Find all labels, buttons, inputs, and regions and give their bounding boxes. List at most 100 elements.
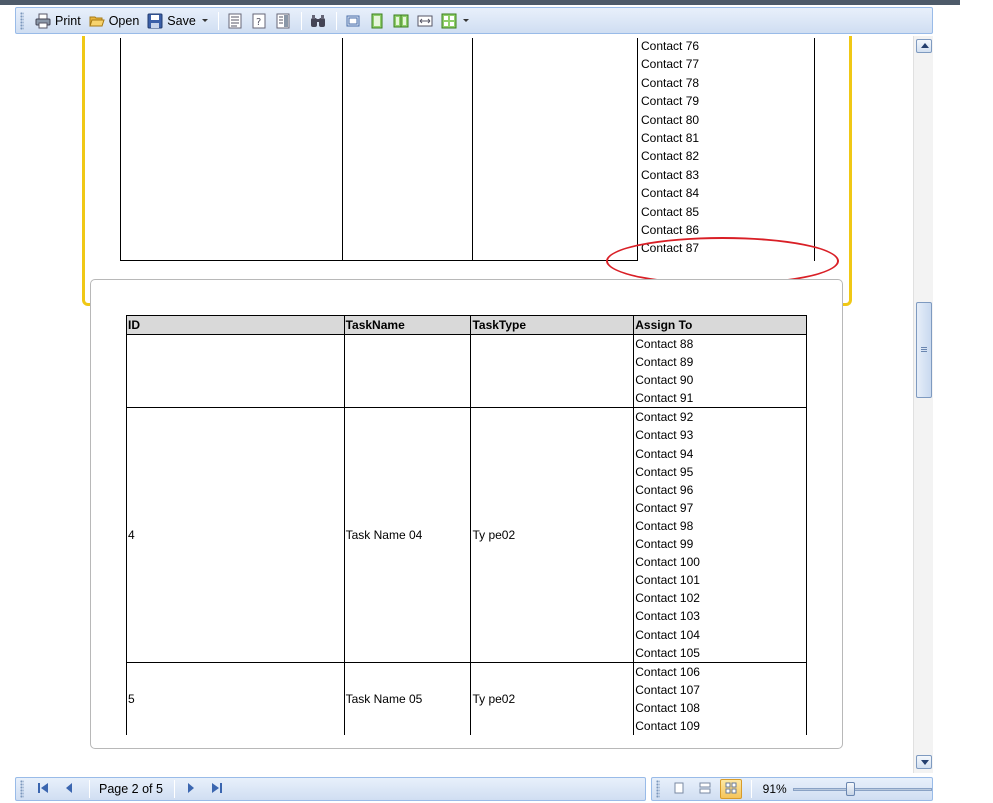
svg-text:?: ?	[256, 17, 261, 28]
continuous-view-button[interactable]	[366, 10, 388, 32]
document-map-button[interactable]	[224, 10, 246, 32]
column-header-id: ID	[126, 315, 345, 335]
page-width-button[interactable]	[414, 10, 436, 32]
previous-page-icon	[63, 782, 75, 797]
toolbar-grip[interactable]	[20, 11, 24, 30]
print-label: Print	[55, 13, 81, 28]
contact-item: Contact 109	[635, 718, 700, 733]
single-page-icon	[345, 13, 361, 29]
table-row: 5 Task Name 05 Ty pe02 Contact 106 Contac…	[126, 661, 807, 736]
table-grid-line	[342, 38, 343, 261]
page-setup-button[interactable]	[272, 10, 294, 32]
contact-item: Contact 97	[635, 500, 694, 515]
cell-id	[126, 333, 345, 409]
first-page-icon	[37, 782, 49, 797]
contact-item: Contact 95	[635, 464, 694, 479]
scroll-up-button[interactable]	[916, 39, 932, 53]
cell-assign-to: Contact 92 Contact 93 Contact 94 Contact 95…	[633, 407, 807, 663]
contact-item: Contact 105	[635, 645, 700, 660]
next-page-icon	[185, 782, 197, 797]
cell-id: 4	[126, 407, 345, 663]
contact-item: Contact 96	[635, 482, 694, 497]
column-header-taskname: TaskName	[343, 315, 472, 335]
table-grid-line	[120, 260, 638, 261]
contact-item: Contact 90	[635, 373, 694, 388]
single-page-view-button[interactable]	[342, 10, 364, 32]
contact-item: Contact 80	[641, 112, 700, 127]
contact-item: Contact 101	[635, 573, 700, 588]
grip-line-icon	[921, 349, 927, 350]
next-page-button[interactable]	[180, 779, 202, 799]
report-viewer: Print Open Save ? Contact 76 Contact 77 …	[0, 0, 993, 803]
folder-open-icon	[89, 13, 105, 29]
statusbar-grip[interactable]	[20, 780, 24, 798]
contact-item: Contact 94	[635, 446, 694, 461]
first-page-button[interactable]	[32, 779, 54, 799]
contact-item: Contact 85	[641, 204, 700, 219]
page-indicator: Page 2 of 5	[99, 782, 163, 796]
cell-id: 5	[126, 661, 345, 736]
arrow-up-icon	[921, 43, 929, 48]
contact-item: Contact 93	[635, 428, 694, 443]
grip-line-icon	[921, 351, 927, 352]
statusbar-grip[interactable]	[656, 780, 660, 798]
contact-item: Contact 79	[641, 94, 700, 109]
contact-item: Contact 106	[635, 664, 700, 679]
contact-item: Contact 84	[641, 186, 700, 201]
multiple-pages-dropdown-caret-icon[interactable]	[462, 19, 469, 22]
previous-page-button[interactable]	[58, 779, 80, 799]
contact-item: Contact 103	[635, 609, 700, 624]
toolbar-separator	[300, 11, 302, 30]
printer-icon	[35, 13, 51, 29]
multiple-pages-button[interactable]	[438, 10, 472, 32]
contact-item: Contact 83	[641, 167, 700, 182]
task-table: ID TaskName TaskType Assign To Contact 8…	[126, 315, 807, 736]
save-dropdown-caret-icon[interactable]	[201, 19, 208, 22]
single-page-zoom-button[interactable]	[668, 779, 690, 799]
last-page-button[interactable]	[206, 779, 228, 799]
cell-assign-to: Contact 88 Contact 89 Contact 90 Contact 91	[633, 333, 807, 409]
contact-item: Contact 100	[635, 555, 700, 570]
facing-pages-button[interactable]	[390, 10, 412, 32]
toolbar: Print Open Save ?	[15, 7, 933, 34]
arrow-down-icon	[921, 760, 929, 765]
zoom-percentage: 91%	[762, 782, 787, 796]
zoom-slider[interactable]	[792, 781, 933, 796]
save-button[interactable]: Save	[144, 10, 211, 32]
page-columns-icon	[275, 13, 291, 29]
scroll-down-button[interactable]	[916, 755, 932, 769]
contact-item: Contact 77	[641, 57, 700, 72]
vertical-scrollbar[interactable]	[913, 36, 933, 773]
toolbar-separator	[217, 11, 219, 30]
scroll-thumb[interactable]	[916, 302, 932, 398]
find-button[interactable]	[307, 10, 329, 32]
floppy-disk-icon	[147, 13, 163, 29]
contact-item: Contact 76	[641, 39, 700, 53]
two-pages-icon	[699, 782, 711, 797]
contact-item: Contact 89	[635, 355, 694, 370]
zoom-bar: 91%	[651, 777, 933, 801]
contact-item: Contact 86	[641, 223, 700, 237]
multi-page-zoom-button[interactable]	[719, 779, 742, 799]
table-grid-line	[472, 38, 473, 261]
cell-tasktype	[470, 333, 635, 409]
zoom-slider-knob[interactable]	[845, 781, 855, 796]
two-pages-zoom-button[interactable]	[694, 779, 716, 799]
page-navigation-bar: Page 2 of 5	[15, 777, 646, 801]
parameters-button[interactable]: ?	[248, 10, 270, 32]
statusbar-separator	[750, 780, 752, 798]
cell-taskname	[343, 333, 472, 409]
save-label: Save	[167, 13, 196, 28]
contact-item: Contact 81	[641, 131, 700, 145]
contact-item: Contact 98	[635, 518, 694, 533]
table-grid-line	[120, 38, 121, 261]
column-header-assign-to: Assign To	[633, 315, 807, 335]
table-grid-line	[814, 38, 815, 261]
grid-pages-icon	[725, 782, 737, 797]
open-button[interactable]: Open	[86, 10, 143, 32]
print-button[interactable]: Print	[32, 10, 84, 32]
contact-item: Contact 104	[635, 627, 700, 642]
contact-item: Contact 108	[635, 700, 700, 715]
cell-tasktype: Ty pe02	[470, 407, 635, 663]
multiple-pages-icon	[441, 13, 457, 29]
